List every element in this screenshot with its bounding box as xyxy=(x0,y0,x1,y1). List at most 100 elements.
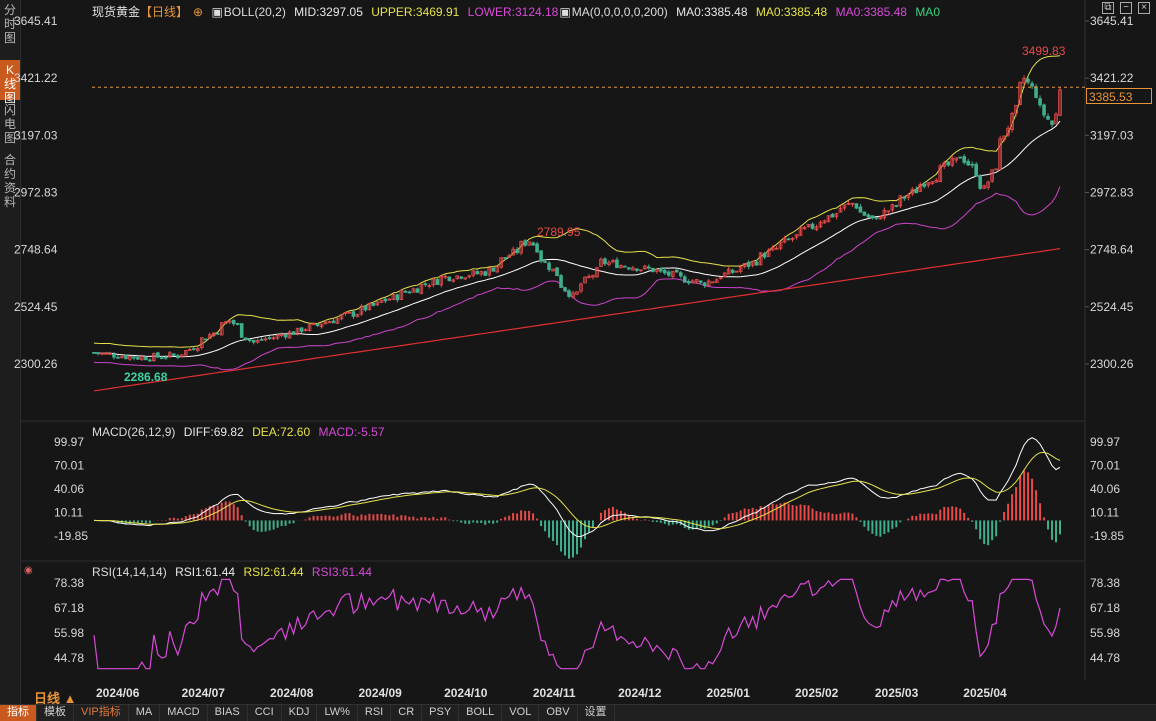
macd-value: MACD:-5.57 xyxy=(318,425,385,439)
left-price-tick: 3645.41 xyxy=(14,14,58,28)
candle-body xyxy=(830,213,835,218)
candle-body xyxy=(698,280,703,283)
right-rsi-tick: 44.78 xyxy=(1090,651,1120,665)
minimize-icon[interactable]: − xyxy=(1120,2,1132,14)
candle-body xyxy=(136,356,140,360)
candle-body xyxy=(623,265,627,268)
macd-diff: DIFF:69.82 xyxy=(183,425,244,439)
candle-body xyxy=(203,338,208,341)
toolbar-item-11[interactable]: PSY xyxy=(422,705,460,721)
candle-body xyxy=(1026,78,1030,83)
candle-body xyxy=(239,323,244,338)
candle-body xyxy=(922,183,927,187)
right-price-tick: 3645.41 xyxy=(1090,14,1134,28)
candle-body xyxy=(124,355,128,360)
candle-body xyxy=(754,261,759,266)
candle-body xyxy=(615,259,619,269)
candle-body xyxy=(559,275,563,288)
candle-body xyxy=(555,267,559,277)
right-rsi-tick: 55.98 xyxy=(1090,626,1120,640)
date-tick: 2025/02 xyxy=(795,686,839,700)
toolbar-item-12[interactable]: BOLL xyxy=(459,705,503,721)
candle-body xyxy=(746,261,751,267)
candle-body xyxy=(535,243,539,253)
toolbar-item-10[interactable]: CR xyxy=(391,705,423,721)
period-label[interactable]: 【日线】 xyxy=(140,5,188,19)
candle-body xyxy=(563,287,567,292)
candle-body xyxy=(866,214,871,218)
left-macd-tick: 10.11 xyxy=(54,505,83,519)
date-tick: 2024/06 xyxy=(96,686,140,700)
candle-body xyxy=(267,337,272,340)
candle-body xyxy=(870,215,875,219)
candle-body xyxy=(164,356,168,359)
toolbar-item-0[interactable]: 指标 xyxy=(0,705,37,721)
toolbar-item-8[interactable]: LW% xyxy=(317,705,358,721)
candle-body xyxy=(858,206,863,213)
low-annotation: 2286.68 xyxy=(124,370,168,384)
right-price-tick: 2972.83 xyxy=(1090,186,1134,200)
date-tick: 2024/11 xyxy=(533,686,576,700)
candle-body xyxy=(958,156,963,159)
candle-body xyxy=(331,320,336,324)
toolbar-item-1[interactable]: 模板 xyxy=(37,705,74,721)
rsi-settings-icon[interactable]: ◉ xyxy=(24,565,33,576)
candle-body xyxy=(974,163,978,177)
toolbar-item-2[interactable]: VIP指标 xyxy=(74,705,129,721)
candle-body xyxy=(1038,98,1042,106)
ma-value-1: MA0:3385.48 xyxy=(676,5,748,19)
left-price-tick: 3197.03 xyxy=(14,128,58,142)
indicator-toolbar: 指标 模板 VIP指标 MA MACD BIAS CCI KDJ LW% RSI CR PSY BOLL… xyxy=(0,704,1156,721)
right-price-tick: 2300.26 xyxy=(1090,357,1134,371)
date-tick: 2024/07 xyxy=(182,686,226,700)
toolbar-item-13[interactable]: VOL xyxy=(502,705,540,721)
toolbar-item-5[interactable]: BIAS xyxy=(208,705,248,721)
left-price-tick: 2972.83 xyxy=(14,186,58,200)
toolbar-item-4[interactable]: MACD xyxy=(160,705,208,721)
candle-body xyxy=(810,223,815,229)
candle-body xyxy=(523,240,527,246)
candle-body xyxy=(351,311,356,317)
candle-body xyxy=(299,327,304,332)
toolbar-item-6[interactable]: CCI xyxy=(248,705,282,721)
candle-body xyxy=(176,355,180,358)
candle-body xyxy=(667,271,671,276)
candle-body xyxy=(435,279,440,285)
candle-body xyxy=(172,353,176,356)
toolbar-item-3[interactable]: MA xyxy=(129,705,161,721)
candle-body xyxy=(663,270,667,274)
candle-body xyxy=(970,163,974,166)
chart-canvas[interactable]: 3645.41 3645.41 3421.22 3421.22 3197.03 3197.… xyxy=(0,0,1156,704)
boll-checkbox-icon[interactable]: ▣ xyxy=(211,5,222,19)
left-price-tick: 2524.45 xyxy=(14,300,58,314)
toolbar-item-15[interactable]: 设置 xyxy=(578,705,615,721)
ma-checkbox-icon[interactable]: ▣ xyxy=(559,5,570,19)
toolbar-item-14[interactable]: OBV xyxy=(539,705,578,721)
rsi2-value: RSI2:61.44 xyxy=(243,565,304,579)
add-icon[interactable]: ⊕ xyxy=(193,5,203,19)
candle-body xyxy=(191,348,196,351)
left-price-tick: 2748.64 xyxy=(14,243,58,257)
candle-body xyxy=(395,294,400,301)
date-tick: 2024/10 xyxy=(444,686,488,700)
candle-body xyxy=(603,258,607,265)
restore-icon[interactable]: ⧉ xyxy=(1102,2,1114,14)
candle-body xyxy=(483,271,487,276)
toolbar-item-9[interactable]: RSI xyxy=(358,705,392,721)
macd-dea: DEA:72.60 xyxy=(252,425,311,439)
right-price-tick: 3197.03 xyxy=(1090,128,1134,142)
date-tick: 2024/09 xyxy=(358,686,402,700)
candle-body xyxy=(914,188,919,194)
left-macd-tick: -19.85 xyxy=(54,529,88,543)
boll-upper: UPPER:3469.91 xyxy=(371,5,460,19)
candle-body xyxy=(215,332,220,335)
candle-body xyxy=(132,356,136,359)
candle-body xyxy=(291,331,296,335)
candle-body xyxy=(116,356,120,359)
left-rsi-tick: 67.18 xyxy=(54,601,84,615)
candle-body xyxy=(1030,83,1034,87)
candle-body xyxy=(96,352,100,355)
close-icon[interactable]: × xyxy=(1138,2,1150,14)
left-rsi-tick: 78.38 xyxy=(54,576,84,590)
toolbar-item-7[interactable]: KDJ xyxy=(282,705,318,721)
